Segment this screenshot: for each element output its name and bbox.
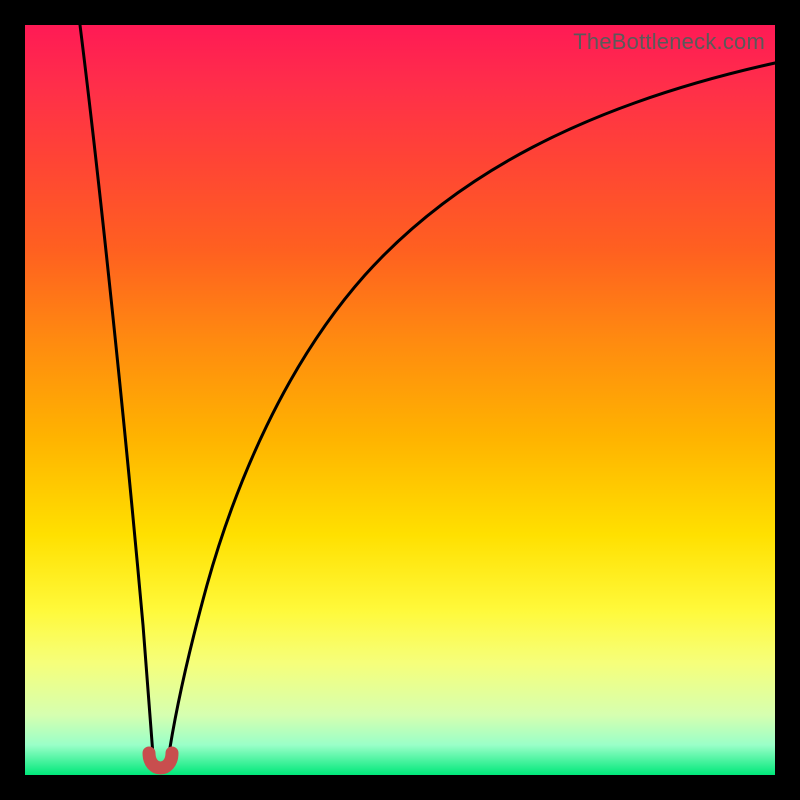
bottleneck-curve bbox=[25, 25, 775, 775]
curve-left-branch bbox=[80, 25, 154, 767]
watermark-text: TheBottleneck.com bbox=[573, 29, 765, 55]
minimum-marker bbox=[149, 753, 172, 768]
curve-right-branch bbox=[167, 63, 775, 767]
chart-frame: TheBottleneck.com bbox=[25, 25, 775, 775]
